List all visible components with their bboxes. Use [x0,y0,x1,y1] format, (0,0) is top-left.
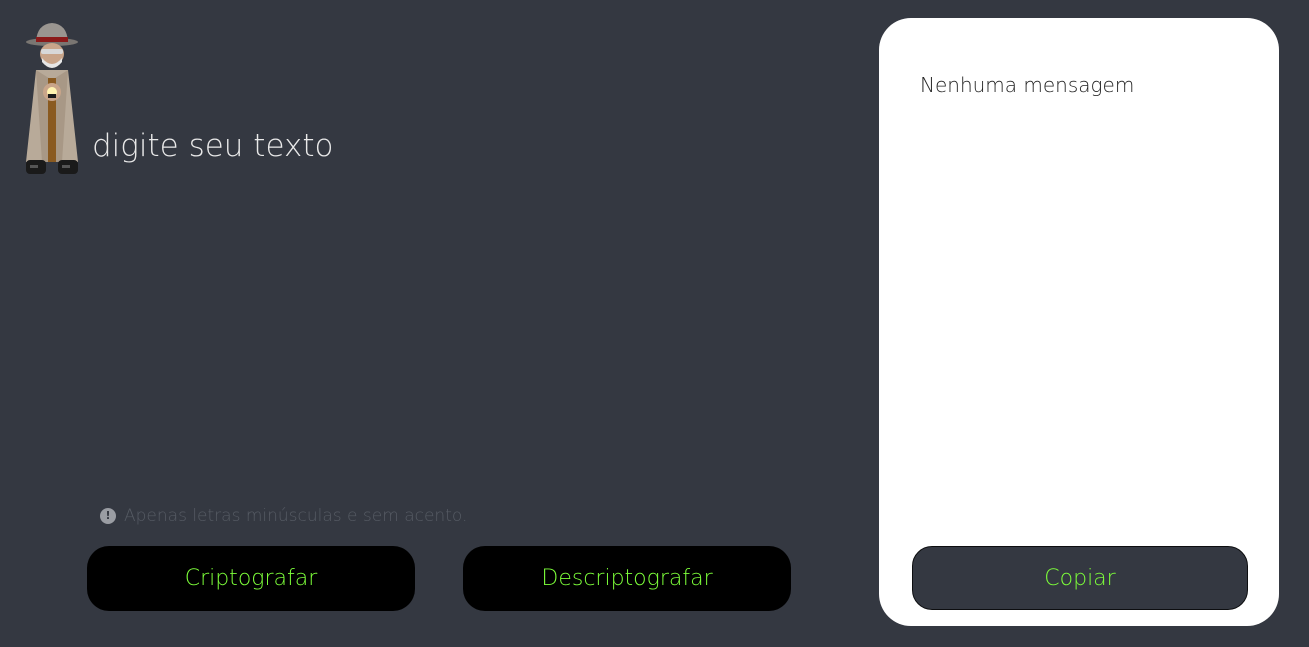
output-panel: Nenhuma mensagem Copiar [879,18,1279,626]
output-message: Nenhuma mensagem [920,73,1135,97]
decrypt-button[interactable]: Descriptografar [463,546,791,611]
copy-button[interactable]: Copiar [912,546,1248,610]
message-input[interactable] [92,118,832,478]
encrypt-button[interactable]: Criptografar [87,546,415,611]
detective-icon [26,23,78,174]
hint-message: ! Apenas letras minúsculas e sem acento. [100,504,467,528]
hint-text: Apenas letras minúsculas e sem acento. [124,506,468,526]
app-page: ! Apenas letras minúsculas e sem acento.… [0,0,1309,647]
info-icon: ! [100,508,116,524]
